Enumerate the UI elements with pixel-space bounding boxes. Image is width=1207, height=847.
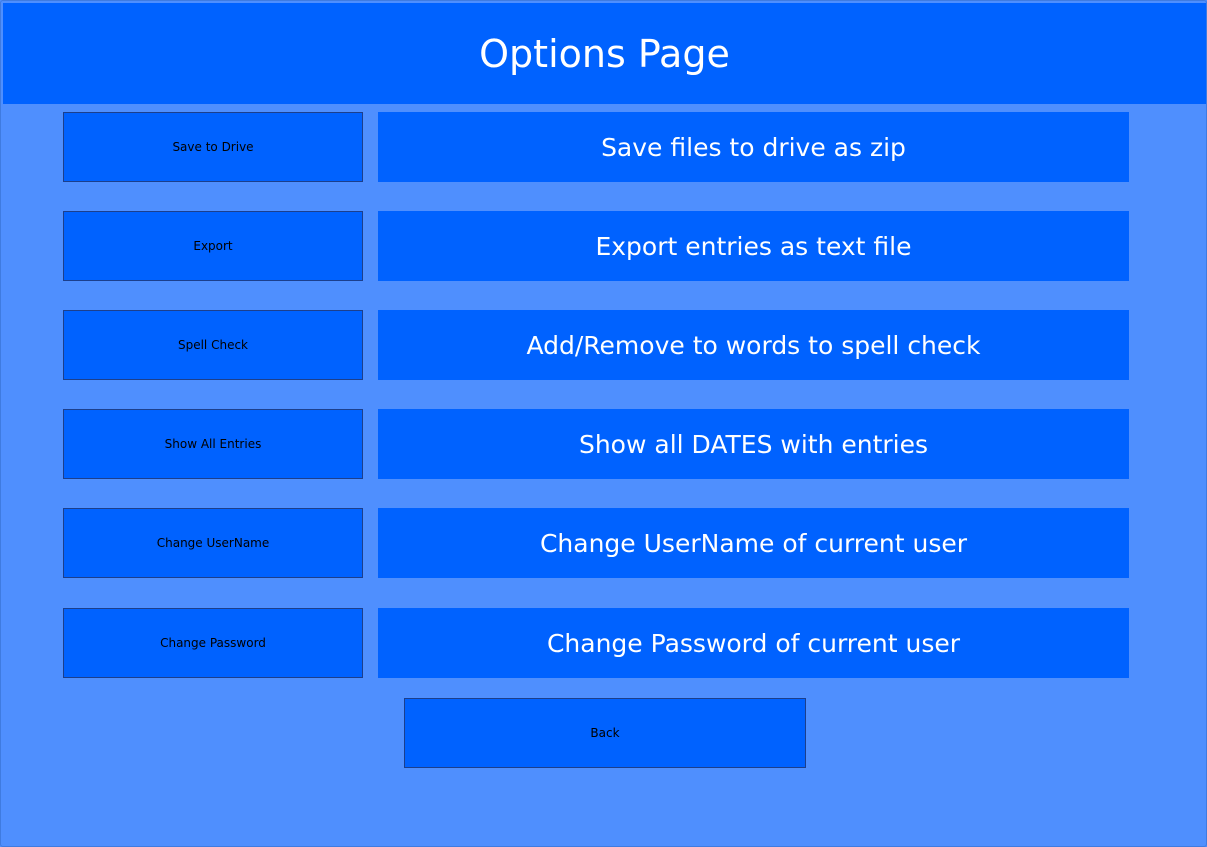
export-button[interactable]: Export: [63, 211, 363, 281]
show-all-entries-button[interactable]: Show All Entries: [63, 409, 363, 479]
save-to-drive-description: Save files to drive as zip: [378, 112, 1129, 182]
export-description: Export entries as text file: [378, 211, 1129, 281]
save-to-drive-button[interactable]: Save to Drive: [63, 112, 363, 182]
spell-check-button[interactable]: Spell Check: [63, 310, 363, 380]
change-password-description: Change Password of current user: [378, 608, 1129, 678]
page-title: Options Page: [479, 31, 730, 76]
show-all-entries-description: Show all DATES with entries: [378, 409, 1129, 479]
page-header: Options Page: [3, 3, 1206, 104]
spell-check-description: Add/Remove to words to spell check: [378, 310, 1129, 380]
back-button[interactable]: Back: [404, 698, 806, 768]
options-window: Options Page Save to Drive Save files to…: [0, 0, 1207, 847]
change-username-button[interactable]: Change UserName: [63, 508, 363, 578]
change-username-description: Change UserName of current user: [378, 508, 1129, 578]
change-password-button[interactable]: Change Password: [63, 608, 363, 678]
